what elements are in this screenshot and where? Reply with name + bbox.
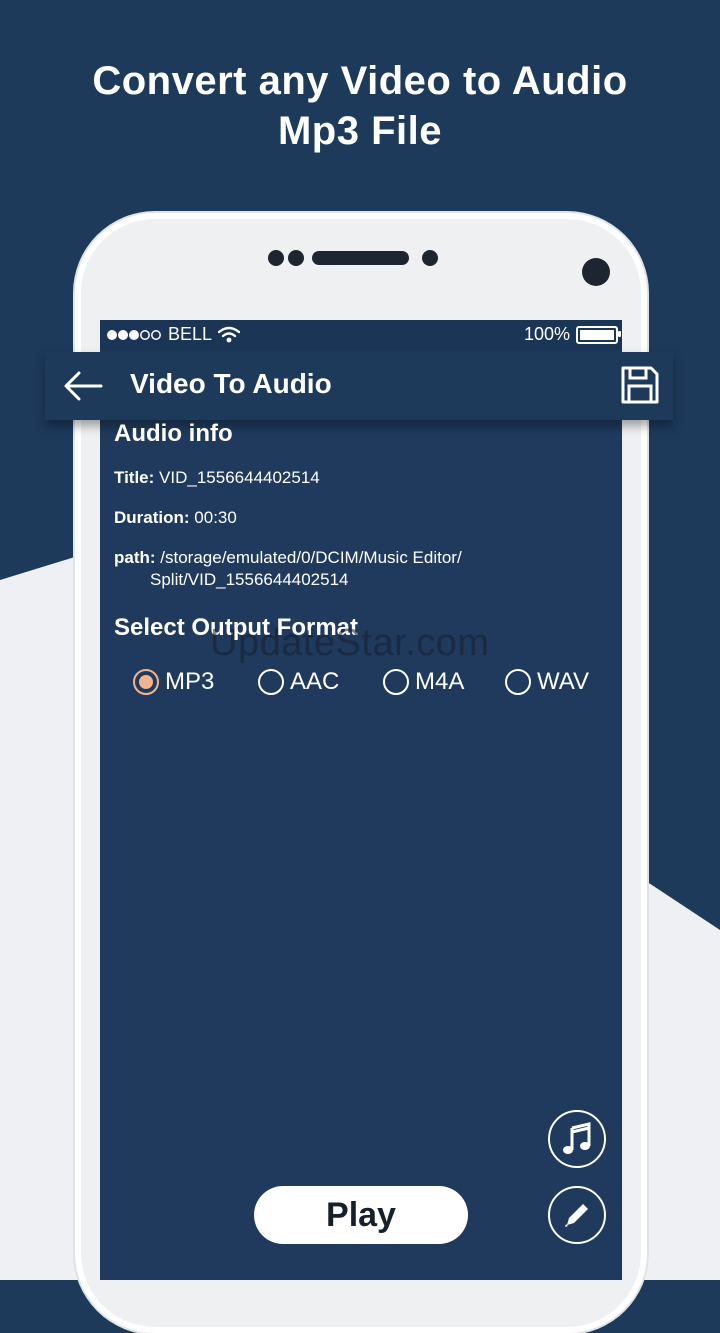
music-note-icon: [563, 1122, 591, 1154]
front-camera: [582, 258, 610, 286]
title-value: VID_1556644402514: [159, 468, 320, 487]
duration-label: Duration:: [114, 508, 190, 527]
format-option-mp3[interactable]: MP3: [133, 668, 214, 696]
format-label: M4A: [415, 668, 465, 695]
wifi-icon: [218, 326, 241, 342]
play-button[interactable]: Play: [254, 1186, 468, 1244]
speaker-grille: [312, 251, 409, 265]
format-option-aac[interactable]: AAC: [258, 668, 339, 696]
arrow-back-icon[interactable]: [61, 366, 105, 406]
headline-line-2: Mp3 File: [277, 109, 443, 153]
format-option-wav[interactable]: WAV: [505, 668, 589, 696]
status-bar: BELL 100%: [100, 320, 622, 350]
radio-button-checked[interactable]: [133, 669, 159, 695]
format-label: WAV: [537, 668, 589, 695]
app-bar: Video To Audio: [45, 352, 673, 420]
edit-button[interactable]: [548, 1186, 606, 1244]
signal-dots-icon: [107, 329, 161, 340]
radio-button[interactable]: [258, 669, 284, 695]
path-row: path: /storage/emulated/0/DCIM/Music Edi…: [114, 548, 614, 568]
format-label: AAC: [290, 668, 340, 695]
radio-button[interactable]: [383, 669, 409, 695]
app-bar-title: Video To Audio: [130, 368, 332, 399]
path-label: path:: [114, 548, 156, 567]
audio-info-heading: Audio info: [114, 420, 233, 447]
title-label: Title:: [114, 468, 155, 487]
output-format-options: MP3 AAC M4A WAV: [133, 668, 613, 704]
audio-info-section: Audio info Title: VID_1556644402514 Dura…: [114, 420, 614, 642]
save-icon[interactable]: [619, 364, 661, 406]
headline-line-1: Convert any Video to Audio: [92, 59, 628, 103]
format-label: MP3: [165, 668, 215, 695]
headline: Convert any Video to Audio Mp3 File: [0, 56, 720, 156]
path-value-line-1: /storage/emulated/0/DCIM/Music Editor/: [160, 548, 462, 567]
watermark: UpdateStar.com: [210, 622, 490, 664]
music-button[interactable]: [548, 1110, 606, 1168]
pencil-icon: [565, 1204, 588, 1227]
radio-button[interactable]: [505, 669, 531, 695]
battery-percent: 100%: [523, 324, 570, 344]
battery-icon: [576, 325, 621, 344]
title-row: Title: VID_1556644402514: [114, 468, 614, 488]
carrier-name: BELL: [168, 324, 213, 344]
format-option-m4a[interactable]: M4A: [383, 668, 464, 696]
duration-row: Duration: 00:30: [114, 508, 614, 528]
path-value-line-2: Split/VID_1556644402514: [150, 570, 349, 589]
duration-value: 00:30: [194, 508, 237, 527]
